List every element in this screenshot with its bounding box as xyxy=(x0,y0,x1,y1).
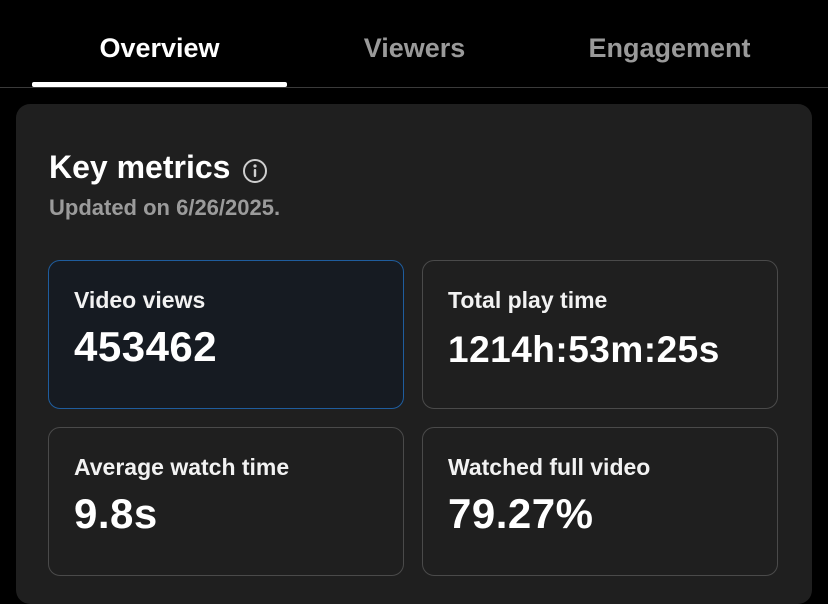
metric-label: Total play time xyxy=(448,287,608,313)
metric-card-video-views[interactable]: Video views 453462 xyxy=(48,260,404,409)
metric-label: Watched full video xyxy=(448,454,651,480)
metric-value: 453462 xyxy=(74,323,218,370)
updated-date: Updated on 6/26/2025. xyxy=(49,195,281,220)
tab-engagement[interactable]: Engagement xyxy=(542,30,797,66)
metric-value: 9.8s xyxy=(74,490,158,537)
tab-bar: Overview Viewers Engagement xyxy=(0,0,828,88)
metric-label: Video views xyxy=(74,287,206,313)
info-circle-icon[interactable] xyxy=(242,154,268,183)
metric-value: 1214h:53m:25s xyxy=(448,329,720,370)
metric-label: Average watch time xyxy=(74,454,290,480)
key-metrics-title: Key metrics xyxy=(49,149,231,185)
tab-overview[interactable]: Overview xyxy=(32,30,287,66)
key-metrics-card: Key metrics Updated on 6/26/2025. Video … xyxy=(16,104,812,604)
key-metrics-heading: Key metrics xyxy=(49,148,268,186)
metric-card-average-watch-time[interactable]: Average watch time 9.8s xyxy=(48,427,404,576)
tab-divider xyxy=(0,87,828,88)
tab-viewers[interactable]: Viewers xyxy=(287,30,542,66)
metric-card-total-play-time[interactable]: Total play time 1214h:53m:25s xyxy=(422,260,778,409)
metric-card-watched-full-video[interactable]: Watched full video 79.27% xyxy=(422,427,778,576)
metric-value: 79.27% xyxy=(448,490,594,537)
